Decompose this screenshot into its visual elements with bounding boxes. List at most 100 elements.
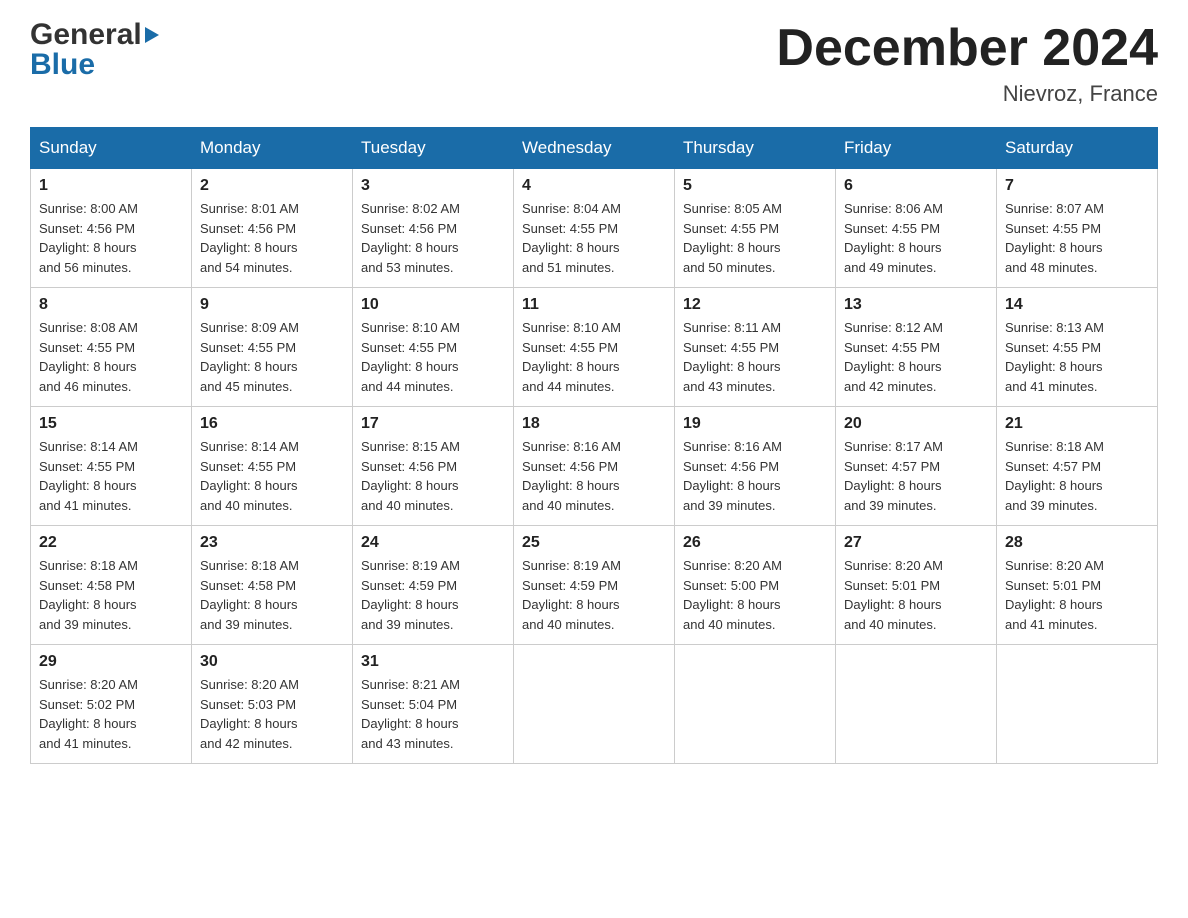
weekday-header-tuesday: Tuesday [353,128,514,169]
day-info: Sunrise: 8:09 AMSunset: 4:55 PMDaylight:… [200,318,344,396]
day-info: Sunrise: 8:21 AMSunset: 5:04 PMDaylight:… [361,675,505,753]
day-number: 23 [200,534,344,552]
day-number: 16 [200,415,344,433]
day-info: Sunrise: 8:16 AMSunset: 4:56 PMDaylight:… [522,437,666,515]
calendar-table: SundayMondayTuesdayWednesdayThursdayFrid… [30,127,1158,764]
logo-general-text: General [30,20,142,50]
day-number: 24 [361,534,505,552]
weekday-header-monday: Monday [192,128,353,169]
calendar-day-cell: 14 Sunrise: 8:13 AMSunset: 4:55 PMDayligh… [997,288,1158,407]
day-info: Sunrise: 8:06 AMSunset: 4:55 PMDaylight:… [844,199,988,277]
calendar-day-cell [675,645,836,764]
day-number: 15 [39,415,183,433]
calendar-day-cell: 2 Sunrise: 8:01 AMSunset: 4:56 PMDaylight… [192,169,353,288]
calendar-day-cell [836,645,997,764]
calendar-day-cell: 10Sunrise: 8:10 AMSunset: 4:55 PMDayligh… [353,288,514,407]
calendar-day-cell: 25 Sunrise: 8:19 AMSunset: 4:59 PMDayligh… [514,526,675,645]
month-title: December 2024 [776,20,1158,77]
day-info: Sunrise: 8:04 AMSunset: 4:55 PMDaylight:… [522,199,666,277]
weekday-header-sunday: Sunday [31,128,192,169]
day-info: Sunrise: 8:19 AMSunset: 4:59 PMDaylight:… [361,556,505,634]
location-text: Nievroz, France [776,81,1158,107]
calendar-day-cell: 3 Sunrise: 8:02 AMSunset: 4:56 PMDaylight… [353,169,514,288]
day-number: 2 [200,177,344,195]
day-info: Sunrise: 8:18 AMSunset: 4:57 PMDaylight:… [1005,437,1149,515]
logo-arrow-icon [145,27,159,43]
calendar-day-cell: 15Sunrise: 8:14 AMSunset: 4:55 PMDayligh… [31,407,192,526]
weekday-header-thursday: Thursday [675,128,836,169]
calendar-day-cell: 9 Sunrise: 8:09 AMSunset: 4:55 PMDaylight… [192,288,353,407]
calendar-day-cell: 27 Sunrise: 8:20 AMSunset: 5:01 PMDayligh… [836,526,997,645]
calendar-day-cell: 12 Sunrise: 8:11 AMSunset: 4:55 PMDayligh… [675,288,836,407]
day-number: 30 [200,653,344,671]
day-number: 14 [1005,296,1149,314]
day-number: 18 [522,415,666,433]
day-number: 1 [39,177,183,195]
calendar-day-cell: 20 Sunrise: 8:17 AMSunset: 4:57 PMDayligh… [836,407,997,526]
day-number: 9 [200,296,344,314]
calendar-day-cell: 31 Sunrise: 8:21 AMSunset: 5:04 PMDayligh… [353,645,514,764]
day-number: 3 [361,177,505,195]
day-info: Sunrise: 8:20 AMSunset: 5:00 PMDaylight:… [683,556,827,634]
day-number: 31 [361,653,505,671]
calendar-day-cell: 13Sunrise: 8:12 AMSunset: 4:55 PMDayligh… [836,288,997,407]
day-info: Sunrise: 8:20 AMSunset: 5:01 PMDaylight:… [1005,556,1149,634]
calendar-day-cell: 5 Sunrise: 8:05 AMSunset: 4:55 PMDaylight… [675,169,836,288]
day-number: 26 [683,534,827,552]
day-number: 21 [1005,415,1149,433]
calendar-day-cell [997,645,1158,764]
day-number: 17 [361,415,505,433]
calendar-day-cell: 4Sunrise: 8:04 AMSunset: 4:55 PMDaylight… [514,169,675,288]
day-info: Sunrise: 8:20 AMSunset: 5:03 PMDaylight:… [200,675,344,753]
day-number: 6 [844,177,988,195]
calendar-week-row: 22Sunrise: 8:18 AMSunset: 4:58 PMDayligh… [31,526,1158,645]
day-info: Sunrise: 8:15 AMSunset: 4:56 PMDaylight:… [361,437,505,515]
calendar-day-cell: 8Sunrise: 8:08 AMSunset: 4:55 PMDaylight… [31,288,192,407]
day-info: Sunrise: 8:18 AMSunset: 4:58 PMDaylight:… [200,556,344,634]
calendar-day-cell: 6 Sunrise: 8:06 AMSunset: 4:55 PMDaylight… [836,169,997,288]
day-info: Sunrise: 8:14 AMSunset: 4:55 PMDaylight:… [200,437,344,515]
calendar-week-row: 29Sunrise: 8:20 AMSunset: 5:02 PMDayligh… [31,645,1158,764]
day-number: 12 [683,296,827,314]
calendar-day-cell: 11 Sunrise: 8:10 AMSunset: 4:55 PMDayligh… [514,288,675,407]
day-info: Sunrise: 8:02 AMSunset: 4:56 PMDaylight:… [361,199,505,277]
calendar-day-cell: 30 Sunrise: 8:20 AMSunset: 5:03 PMDayligh… [192,645,353,764]
day-number: 7 [1005,177,1149,195]
calendar-week-row: 8Sunrise: 8:08 AMSunset: 4:55 PMDaylight… [31,288,1158,407]
day-number: 29 [39,653,183,671]
calendar-day-cell: 19Sunrise: 8:16 AMSunset: 4:56 PMDayligh… [675,407,836,526]
day-info: Sunrise: 8:01 AMSunset: 4:56 PMDaylight:… [200,199,344,277]
day-number: 27 [844,534,988,552]
day-number: 5 [683,177,827,195]
weekday-header-wednesday: Wednesday [514,128,675,169]
logo-blue-text: Blue [30,50,159,80]
calendar-day-cell: 17 Sunrise: 8:15 AMSunset: 4:56 PMDayligh… [353,407,514,526]
calendar-day-cell: 22Sunrise: 8:18 AMSunset: 4:58 PMDayligh… [31,526,192,645]
day-number: 20 [844,415,988,433]
day-info: Sunrise: 8:10 AMSunset: 4:55 PMDaylight:… [522,318,666,396]
day-number: 13 [844,296,988,314]
weekday-header-saturday: Saturday [997,128,1158,169]
day-info: Sunrise: 8:07 AMSunset: 4:55 PMDaylight:… [1005,199,1149,277]
weekday-header-row: SundayMondayTuesdayWednesdayThursdayFrid… [31,128,1158,169]
day-info: Sunrise: 8:05 AMSunset: 4:55 PMDaylight:… [683,199,827,277]
day-number: 25 [522,534,666,552]
day-info: Sunrise: 8:11 AMSunset: 4:55 PMDaylight:… [683,318,827,396]
calendar-day-cell: 21 Sunrise: 8:18 AMSunset: 4:57 PMDayligh… [997,407,1158,526]
calendar-day-cell: 1 Sunrise: 8:00 AMSunset: 4:56 PMDaylight… [31,169,192,288]
day-info: Sunrise: 8:18 AMSunset: 4:58 PMDaylight:… [39,556,183,634]
day-info: Sunrise: 8:13 AMSunset: 4:55 PMDaylight:… [1005,318,1149,396]
day-info: Sunrise: 8:19 AMSunset: 4:59 PMDaylight:… [522,556,666,634]
day-number: 11 [522,296,666,314]
day-info: Sunrise: 8:17 AMSunset: 4:57 PMDaylight:… [844,437,988,515]
calendar-day-cell: 28Sunrise: 8:20 AMSunset: 5:01 PMDayligh… [997,526,1158,645]
day-info: Sunrise: 8:20 AMSunset: 5:01 PMDaylight:… [844,556,988,634]
calendar-day-cell: 7 Sunrise: 8:07 AMSunset: 4:55 PMDaylight… [997,169,1158,288]
calendar-week-row: 15 Sunrise: 8:14 AMSunset: 4:55 PMDayligh… [31,407,1158,526]
calendar-day-cell: 18 Sunrise: 8:16 AMSunset: 4:56 PMDayligh… [514,407,675,526]
calendar-day-cell: 26 Sunrise: 8:20 AMSunset: 5:00 PMDayligh… [675,526,836,645]
title-area: December 2024 Nievroz, France [776,20,1158,107]
calendar-day-cell [514,645,675,764]
weekday-header-friday: Friday [836,128,997,169]
day-info: Sunrise: 8:00 AMSunset: 4:56 PMDaylight:… [39,199,183,277]
